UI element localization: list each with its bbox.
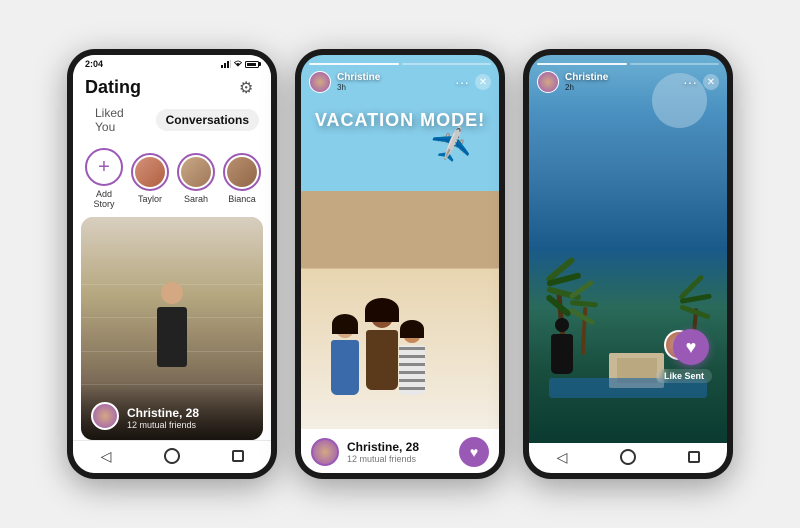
story-header-2: Christine 3h ··· ✕ [309,71,491,93]
phone-3: ♥ Like Sent Christine 2h ·· [523,49,733,479]
tab-conversations[interactable]: Conversations [156,109,259,131]
story-ring-3 [223,153,261,191]
heart-like-button[interactable]: ♥ [459,437,489,467]
story-actions: ··· ✕ [455,74,491,90]
story-item-sarah[interactable]: Sarah [177,153,215,204]
progress-2 [402,63,492,65]
like-avatar-stack: ♥ [659,325,709,365]
story-footer-user: Christine, 28 12 mutual friends ♥ [311,437,489,467]
recents-button-3[interactable] [683,448,705,466]
story-user-info: Christine 3h [309,71,380,93]
stories-row: + Add Story Taylor Sarah [73,144,271,217]
story-user-info-3: Christine 2h [537,71,608,93]
back-icon-1: ◁ [101,448,112,465]
phone-1: 2:04 Dating [67,49,277,479]
story-ring-1 [131,153,169,191]
story-timestamp: 3h [337,83,380,92]
dating-title: Dating [85,77,141,98]
story-footer: Christine, 28 12 mutual friends ♥ [301,429,499,473]
story-ring-2 [177,153,215,191]
profile-name: Christine, 28 [127,406,199,420]
story-label-2: Sarah [184,194,208,204]
person3-body [551,334,573,374]
story-user-avatar-3 [537,71,559,93]
vacation-mode-text: VACATION MODE! [301,110,499,131]
home-button-1[interactable] [161,447,183,465]
women-group-scene [311,275,489,395]
story-actions-3: ··· ✕ [683,74,719,90]
status-icons [221,60,259,68]
pool-story-view[interactable]: ♥ Like Sent Christine 2h ·· [529,55,727,443]
profile-mutual-friends: 12 mutual friends [127,420,199,430]
like-sent-label: Like Sent [656,369,712,383]
woman-3 [399,325,425,395]
gear-icon[interactable]: ⚙ [239,78,259,98]
footer-user-text: Christine, 28 12 mutual friends [347,440,419,464]
story-progress-bars [309,63,491,65]
profile-text: Christine, 28 12 mutual friends [127,406,199,430]
story-username: Christine [337,72,380,83]
story-item-bianca[interactable]: Bianca [223,153,261,204]
profile-info-overlay: Christine, 28 12 mutual friends [81,382,263,440]
phone-2: Christine 3h ··· ✕ VACATION MODE! ✈️ Chr… [295,49,505,479]
recents-button-1[interactable] [227,447,249,465]
woman-1 [331,320,359,395]
story-dots-button-3[interactable]: ··· [683,74,697,90]
dating-header: Dating ⚙ [73,71,271,102]
status-time: 2:04 [85,59,103,69]
home-icon-1 [164,448,180,464]
story-view[interactable]: Christine 3h ··· ✕ VACATION MODE! ✈️ [301,55,499,443]
add-story-label: Add Story [85,189,123,209]
story-user-avatar [309,71,331,93]
home-icon-3 [620,449,636,465]
add-story-item[interactable]: + Add Story [85,148,123,209]
story-label-3: Bianca [228,194,256,204]
person-head [161,282,183,304]
story-username-3: Christine [565,72,608,83]
like-heart-icon: ♥ [673,329,709,365]
person-body [157,307,187,367]
footer-avatar [311,438,339,466]
progress-1 [309,63,399,65]
status-bar-1: 2:04 [73,55,271,71]
story-close-button[interactable]: ✕ [475,74,491,90]
tab-liked-you[interactable]: Liked You [85,102,148,138]
dating-tabs: Liked You Conversations [73,102,271,144]
person3-head [555,318,569,332]
woman-2 [366,306,398,390]
back-button-1[interactable]: ◁ [95,447,117,465]
story-label-1: Taylor [138,194,162,204]
dating-app-content: Dating ⚙ Liked You Conversations + Add S… [73,71,271,440]
story-close-button-3[interactable]: ✕ [703,74,719,90]
nav-bar-1: ◁ [73,440,271,473]
person-silhouette-3 [544,318,579,378]
back-button-3[interactable]: ◁ [551,448,573,466]
story-progress-3 [537,63,719,65]
back-icon-3: ◁ [557,449,568,466]
nav-bar-3: ◁ [529,443,727,473]
recents-icon-3 [688,451,700,463]
progress-3-1 [537,63,627,65]
story-timestamp-3: 2h [565,83,608,92]
story-item-taylor[interactable]: Taylor [131,153,169,204]
battery-icon [245,61,259,68]
home-button-3[interactable] [617,448,639,466]
story-header-3: Christine 2h ··· ✕ [537,71,719,93]
footer-mutual: 12 mutual friends [347,454,419,464]
progress-3-2 [630,63,720,65]
profile-card[interactable]: Christine, 28 12 mutual friends [81,217,263,440]
story-user-details: Christine 3h [337,72,380,92]
story-dots-button[interactable]: ··· [455,74,469,90]
profile-thumbnail [91,402,119,430]
footer-name: Christine, 28 [347,440,419,454]
add-story-button[interactable]: + [85,148,123,186]
like-sent-badge: ♥ Like Sent [656,325,712,383]
story-user-details-3: Christine 2h [565,72,608,92]
recents-icon-1 [232,450,244,462]
signal-icon [221,60,231,68]
wifi-icon [234,60,242,68]
